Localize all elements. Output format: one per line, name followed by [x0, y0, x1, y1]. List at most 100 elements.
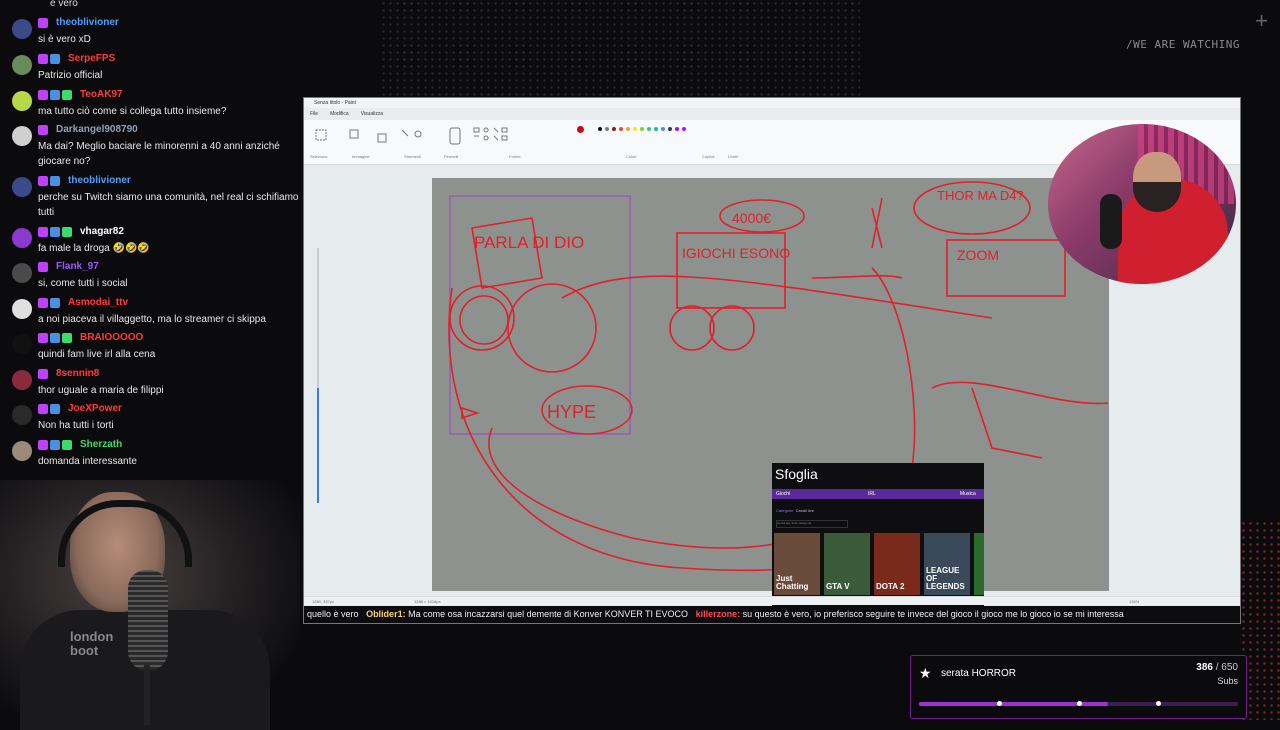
chat-avatar[interactable] [12, 334, 32, 354]
chat-username[interactable]: theoblivioner [56, 17, 119, 28]
chat-avatar[interactable] [12, 55, 32, 75]
tab-giochi[interactable]: Giochi [776, 491, 790, 497]
chat-username[interactable]: vhagar82 [80, 226, 124, 237]
drawing-text-hype: HYPE [547, 402, 596, 422]
chat-badges [38, 176, 60, 188]
group-pennelli[interactable]: Pennelli [444, 154, 458, 159]
badge-icon [50, 298, 60, 308]
group-forme[interactable]: Forme [509, 154, 521, 159]
chat-avatar[interactable] [12, 228, 32, 248]
chat-avatar[interactable] [12, 177, 32, 197]
chat-text: ma tutto ciò come si collega tutto insie… [38, 106, 227, 117]
color-swatch[interactable] [640, 127, 644, 131]
category-tile[interactable]: LEAGUE OF LEGENDS [924, 533, 970, 595]
chat-text: Patrizio official [38, 70, 103, 81]
category-tile[interactable] [974, 533, 984, 595]
chat-avatar[interactable] [12, 405, 32, 425]
group-livelli[interactable]: Livelli [728, 154, 738, 159]
chat-text: Ma dai? Meglio baciare le minorenni a 40… [38, 141, 280, 167]
chat-badges [38, 440, 72, 452]
badge-icon [50, 333, 60, 343]
chat-text: si è vero xD [38, 34, 91, 45]
guest-microphone [1100, 194, 1122, 249]
color-swatch[interactable] [577, 126, 584, 133]
chat-username[interactable]: Asmodai_ttv [68, 297, 128, 308]
tab-irl[interactable]: IRL [868, 491, 876, 497]
tab-musica[interactable]: Musica [960, 491, 976, 497]
group-selezione[interactable]: Selezione [310, 154, 328, 159]
color-swatch[interactable] [619, 127, 623, 131]
category-title: DOTA 2 [876, 582, 905, 591]
chat-badges [38, 333, 72, 345]
chat-username[interactable]: Sherzath [80, 439, 122, 450]
paint-statusbar: 1280, 337px 1288 × 1016px 134% [304, 596, 1240, 605]
color-swatch[interactable] [626, 127, 630, 131]
background-dot-pattern [380, 0, 860, 96]
category-tile[interactable]: DOTA 2 [874, 533, 920, 595]
badge-icon [62, 333, 72, 343]
brush-size-slider[interactable] [317, 248, 319, 503]
badge-icon [38, 125, 48, 135]
chat-text: domanda interessante [38, 456, 137, 467]
chat-avatar[interactable] [12, 126, 32, 146]
chat-avatar[interactable] [12, 370, 32, 390]
chat-username[interactable]: SerpeFPS [68, 53, 115, 64]
goal-count: 386 / 650 [1196, 662, 1238, 673]
ticker-msg-1: Ma come osa incazzarsi quel demente di K… [408, 609, 689, 619]
color-swatch[interactable] [682, 127, 686, 131]
guest-webcam [1048, 124, 1236, 284]
chat-username[interactable]: JoeXPower [68, 403, 122, 414]
badge-icon [38, 440, 48, 450]
chat-avatar[interactable] [12, 91, 32, 111]
subtab-categorie[interactable]: Categorie [776, 508, 793, 513]
chat-username[interactable]: 8sennin8 [56, 368, 99, 379]
chat-username[interactable]: Flank_97 [56, 261, 99, 272]
category-tile[interactable]: GTA V [824, 533, 870, 595]
color-swatch[interactable] [675, 127, 679, 131]
badge-icon [50, 176, 60, 186]
chat-avatar[interactable] [12, 299, 32, 319]
chat-text: perche su Twitch siamo una comunità, nel… [38, 192, 299, 218]
badge-icon [38, 18, 48, 28]
drawing-text-zoom: ZOOM [957, 247, 999, 263]
badge-icon [62, 90, 72, 100]
status-zoom: 134% [1129, 599, 1140, 604]
color-swatch[interactable] [647, 127, 651, 131]
drawing-canvas[interactable]: PARLA DI DIO IGIOCHI ESONO 4000€ THOR MA… [432, 178, 1109, 611]
chat-username[interactable]: BRAIOOOOO [80, 332, 143, 343]
color-swatch[interactable] [612, 127, 616, 131]
menu-file[interactable]: File [310, 111, 318, 117]
menu-modifica[interactable]: Modifica [330, 111, 349, 117]
group-copilot[interactable]: Copilot [702, 154, 714, 159]
browse-subtabs: Categorie Canali live [776, 508, 814, 513]
chat-avatar[interactable] [12, 19, 32, 39]
color-swatch[interactable] [633, 127, 637, 131]
ticker-msg-2: su questo è vero, io preferisco seguire … [742, 609, 1124, 619]
category-title: Just Chatting [776, 574, 809, 591]
drawing-text-4000: 4000€ [732, 210, 771, 226]
status-cursor: 1280, 337px [312, 599, 335, 604]
group-colori[interactable]: Colori [626, 154, 636, 159]
color-swatch[interactable] [605, 127, 609, 131]
menu-visualizza[interactable]: Visualizza [361, 111, 383, 117]
chat-avatar[interactable] [12, 441, 32, 461]
chat-username[interactable]: theoblivioner [68, 175, 131, 186]
group-immagine[interactable]: Immagine [352, 154, 370, 159]
color-swatch[interactable] [668, 127, 672, 131]
chat-username[interactable]: TeoAK97 [80, 89, 123, 100]
badge-icon [50, 404, 60, 414]
group-strumenti[interactable]: Strumenti [404, 154, 421, 159]
chat-avatar[interactable] [12, 263, 32, 283]
color-swatch[interactable] [598, 127, 602, 131]
subtab-canali-live[interactable]: Canali live [796, 508, 814, 513]
chat-username[interactable]: Darkangel908790 [56, 124, 138, 135]
goal-milestone-marker [996, 701, 1002, 706]
category-tile[interactable]: Just Chatting [774, 533, 820, 595]
badge-icon [38, 333, 48, 343]
color-swatch[interactable] [661, 127, 665, 131]
goal-milestone-marker [1156, 701, 1162, 706]
badge-icon [38, 369, 48, 379]
color-swatch[interactable] [654, 127, 658, 131]
browse-search-input[interactable]: Cerca tag, titolo categoria [776, 520, 848, 528]
chat-badges [38, 227, 72, 239]
